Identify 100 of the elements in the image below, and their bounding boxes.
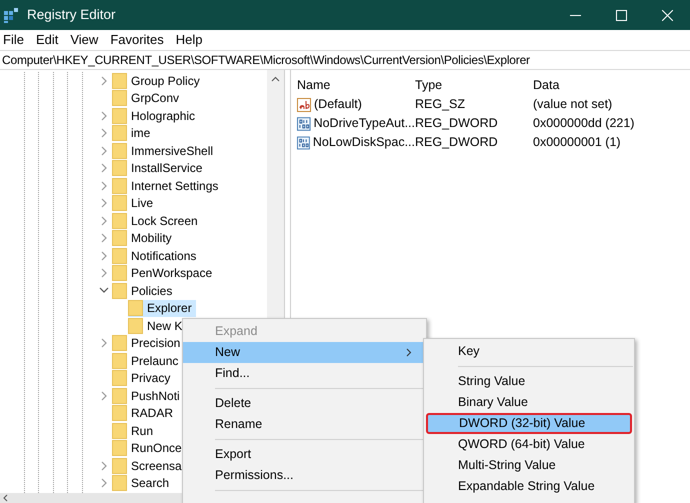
- address-bar[interactable]: Computer\HKEY_CURRENT_USER\SOFTWARE\Microsoft\Windows\CurrentVersion\Policies\Explorer: [0, 50, 690, 70]
- folder-icon: [112, 265, 127, 282]
- tree-item[interactable]: InstallService: [127, 159, 206, 178]
- folder-icon: [112, 440, 127, 456]
- tree-item[interactable]: Run: [127, 422, 158, 440]
- menu-item[interactable]: Permissions...: [183, 465, 426, 486]
- tree-item[interactable]: Lock Screen: [127, 212, 202, 230]
- folder-icon: [112, 388, 127, 404]
- tree-item[interactable]: Internet Settings: [127, 176, 222, 195]
- chevron-down-icon[interactable]: [99, 287, 109, 294]
- menu-item[interactable]: Favorites: [107, 30, 167, 50]
- chevron-right-icon[interactable]: [100, 163, 108, 174]
- menu-item[interactable]: Expandable String Value: [425, 476, 633, 497]
- close-icon: [662, 10, 672, 20]
- tree-item[interactable]: Notifications: [127, 246, 200, 265]
- tree-item[interactable]: Precision: [127, 334, 184, 352]
- tree-item[interactable]: Prelaunc: [127, 352, 182, 370]
- chevron-right-icon[interactable]: [100, 390, 108, 401]
- table-cell-text: REG_DWORD: [415, 134, 499, 152]
- menu-item[interactable]: File: [0, 30, 27, 50]
- scroll-up-icon[interactable]: [271, 76, 280, 82]
- folder-icon: [112, 178, 127, 194]
- menu-item[interactable]: String Value: [425, 371, 633, 392]
- folder-icon: [112, 125, 127, 142]
- menu-item[interactable]: New: [183, 342, 426, 363]
- chevron-right-icon[interactable]: [100, 180, 108, 191]
- table-cell-text: 0x000000dd (221): [533, 115, 634, 132]
- folder-icon: [112, 335, 127, 352]
- window-title: Registry Editor: [27, 6, 116, 24]
- registry-icon: [4, 8, 19, 22]
- tree-item[interactable]: Holographic: [127, 106, 200, 125]
- column-header[interactable]: Data: [533, 76, 690, 94]
- chevron-right-icon[interactable]: [100, 460, 108, 471]
- table-cell-text: (Default): [314, 96, 362, 114]
- scroll-left-icon[interactable]: [3, 494, 8, 502]
- menu-item[interactable]: Delete: [183, 393, 426, 414]
- chevron-right-icon[interactable]: [100, 146, 108, 156]
- folder-icon: [112, 212, 127, 229]
- folder-icon: [112, 405, 127, 422]
- tree-item[interactable]: ime: [127, 124, 154, 142]
- tree-item[interactable]: Policies: [127, 282, 176, 300]
- folder-icon: [128, 300, 143, 316]
- menu-item[interactable]: View: [67, 30, 102, 50]
- chevron-right-icon[interactable]: [100, 128, 108, 138]
- folder-icon: [112, 230, 127, 246]
- string-value-icon: [297, 98, 311, 112]
- table-cell-text: NoDriveTypeAut...: [314, 115, 415, 132]
- table-cell-text: NoLowDiskSpac...: [312, 134, 415, 152]
- chevron-right-icon[interactable]: [100, 110, 108, 121]
- folder-icon: [112, 160, 127, 176]
- chevron-right-icon[interactable]: [100, 76, 108, 86]
- menu-item[interactable]: QWORD (64-bit) Value: [425, 434, 633, 455]
- folder-icon: [112, 195, 127, 212]
- folder-icon: [112, 475, 127, 492]
- folder-icon: [112, 72, 127, 89]
- tree-item[interactable]: PushNoti: [127, 386, 184, 405]
- tree-item[interactable]: Privacy: [127, 369, 174, 388]
- tree-item[interactable]: GrpConv: [127, 89, 184, 108]
- table-cell-text: REG_DWORD: [415, 115, 499, 132]
- menu-item[interactable]: Multi-String Value: [425, 455, 633, 476]
- folder-icon: [128, 318, 143, 334]
- folder-icon: [112, 248, 127, 264]
- folder-icon: [112, 108, 127, 124]
- tree-item[interactable]: Search: [127, 474, 174, 492]
- tree-item[interactable]: Live: [127, 194, 158, 212]
- tree-item[interactable]: RADAR: [127, 404, 178, 422]
- chevron-right-icon[interactable]: [100, 268, 108, 278]
- folder-icon: [112, 352, 127, 369]
- folder-icon: [112, 90, 127, 106]
- folder-icon: [112, 142, 127, 159]
- tree-item[interactable]: Screensa: [127, 456, 186, 475]
- menu-item[interactable]: Rename: [183, 414, 426, 435]
- menu-item[interactable]: Edit: [32, 30, 62, 50]
- column-header[interactable]: Name: [297, 76, 415, 94]
- menu-item[interactable]: Binary Value: [425, 392, 633, 413]
- table-cell-text: REG_SZ: [415, 96, 466, 114]
- table-cell-text: (value not set): [533, 96, 612, 114]
- maximize-icon: [616, 10, 626, 20]
- chevron-right-icon: [406, 348, 412, 357]
- folder-icon: [112, 282, 127, 299]
- menu-item[interactable]: DWORD (32-bit) Value: [426, 413, 632, 434]
- tree-item[interactable]: RunOnce: [127, 439, 186, 458]
- tree-item[interactable]: Group Policy: [127, 72, 204, 90]
- menu-item[interactable]: Help: [172, 30, 206, 50]
- tree-item[interactable]: ImmersiveShell: [127, 142, 218, 160]
- folder-icon: [112, 458, 127, 474]
- chevron-right-icon[interactable]: [100, 216, 108, 226]
- menu-item[interactable]: Export: [183, 444, 426, 465]
- chevron-right-icon[interactable]: [100, 478, 108, 488]
- tree-item[interactable]: PenWorkspace: [127, 264, 216, 282]
- column-header[interactable]: Type: [415, 76, 533, 94]
- chevron-right-icon[interactable]: [100, 338, 108, 348]
- chevron-right-icon[interactable]: [100, 250, 108, 261]
- menu-item[interactable]: Find...: [183, 363, 426, 384]
- table-cell-text: 0x00000001 (1): [533, 134, 621, 152]
- menu-item[interactable]: Key: [425, 341, 633, 362]
- chevron-right-icon[interactable]: [100, 233, 108, 244]
- folder-icon: [112, 422, 127, 439]
- chevron-right-icon[interactable]: [100, 198, 108, 208]
- tree-item[interactable]: Mobility: [127, 229, 176, 248]
